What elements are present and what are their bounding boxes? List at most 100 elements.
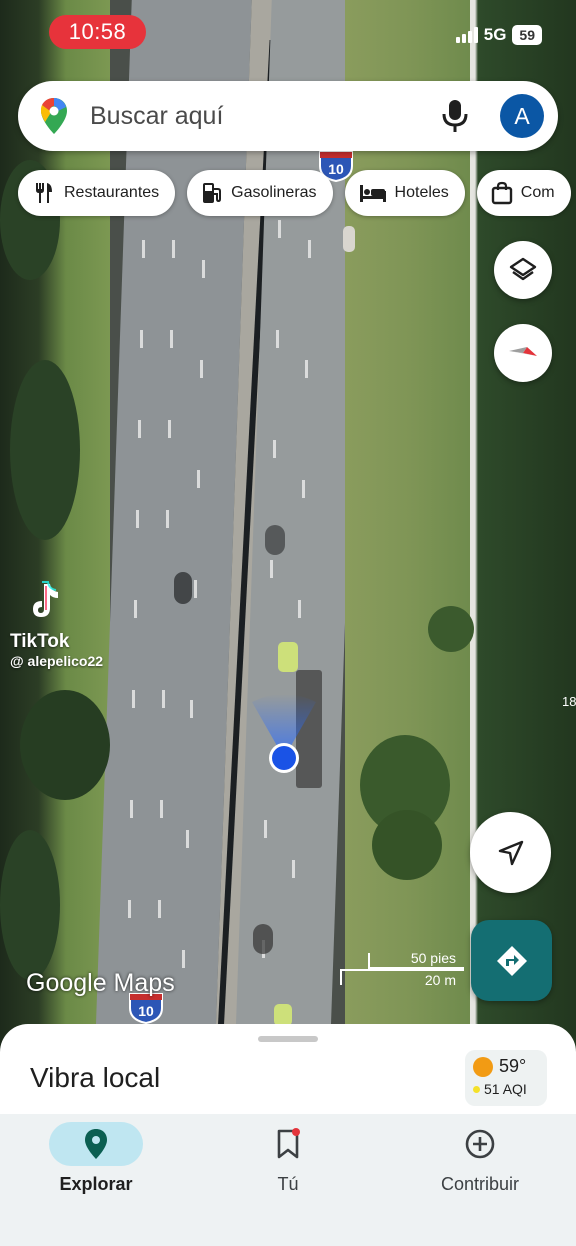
nav-contribute[interactable]: Contribuir <box>384 1114 576 1246</box>
lane-marking <box>270 560 273 578</box>
scale-feet: 50 pies <box>410 950 456 966</box>
lane-marking <box>170 330 173 348</box>
nav-label: Explorar <box>59 1174 133 1194</box>
nav-explore[interactable]: Explorar <box>0 1114 192 1246</box>
lane-marking <box>172 240 175 258</box>
search-input[interactable]: Buscar aquí <box>90 102 440 131</box>
status-time: 10:58 <box>49 15 146 49</box>
google-maps-logo: Google Maps <box>26 969 175 997</box>
lane-marking <box>202 260 205 278</box>
map-tree <box>372 810 442 880</box>
lane-marking <box>186 830 189 848</box>
add-circle-icon <box>465 1129 495 1159</box>
scale-meters: 20 m <box>424 972 456 988</box>
directions-button[interactable] <box>471 920 552 1001</box>
lane-marking <box>308 240 311 258</box>
lane-marking <box>140 330 143 348</box>
nav-you[interactable]: Tú <box>192 1114 384 1246</box>
microphone-icon[interactable] <box>440 98 470 134</box>
pin-icon <box>85 1129 107 1159</box>
google-maps-pin-icon <box>41 98 67 134</box>
lane-marking <box>305 360 308 378</box>
status-icons: 5G 59 <box>455 25 542 45</box>
lane-marking <box>160 800 163 818</box>
layers-button[interactable] <box>494 241 552 299</box>
search-bar[interactable]: Buscar aquí A <box>18 81 558 151</box>
lane-marking <box>292 860 295 878</box>
lane-marking <box>278 220 281 238</box>
lane-marking <box>168 420 171 438</box>
sheet-drag-handle[interactable] <box>258 1036 318 1042</box>
map-car <box>274 1004 292 1026</box>
lane-marking <box>128 900 131 918</box>
lane-marking <box>136 510 139 528</box>
lane-marking <box>130 800 133 818</box>
map-car-shadow <box>174 572 192 604</box>
map-edge-number: 18 <box>562 694 576 709</box>
category-chips: Restaurantes Gasolineras Hoteles Com <box>18 170 576 216</box>
chip-hotels[interactable]: Hoteles <box>344 170 465 216</box>
lane-marking <box>158 900 161 918</box>
compass-button[interactable] <box>494 324 552 382</box>
lane-marking <box>276 330 279 348</box>
sun-icon <box>473 1056 493 1077</box>
chip-restaurants[interactable]: Restaurantes <box>18 170 176 216</box>
my-location-button[interactable] <box>470 812 551 893</box>
map-tree <box>0 830 60 980</box>
chip-label: Restaurantes <box>64 184 160 201</box>
compass-icon <box>509 347 537 356</box>
lane-marking <box>190 700 193 718</box>
map-scale: 50 pies 20 m <box>338 950 464 990</box>
aqi-value: 51 AQI <box>484 1081 527 1097</box>
bottom-sheet[interactable]: Vibra local 59° 51 AQI <box>0 1024 576 1124</box>
lane-marking <box>194 580 197 598</box>
tiktok-handle: @ alepelico22 <box>10 653 104 669</box>
battery-icon: 59 <box>512 25 542 45</box>
directions-icon <box>496 945 527 976</box>
lane-marking <box>132 690 135 708</box>
tiktok-brand: TikTok <box>10 631 70 652</box>
nav-label: Tú <box>277 1174 299 1194</box>
lane-marking <box>302 480 305 498</box>
tiktok-watermark: TikTok @ alepelico22 <box>10 580 103 669</box>
aqi-dot-icon <box>473 1085 480 1093</box>
bottom-nav: Explorar Tú Contribuir <box>0 1114 576 1246</box>
lane-marking <box>182 950 185 968</box>
chip-label: Com <box>520 184 555 201</box>
map-tree <box>10 360 80 540</box>
map-car-shadow <box>253 924 273 954</box>
lane-marking <box>200 360 203 378</box>
chip-label: Hoteles <box>394 184 449 201</box>
lane-marking <box>264 820 267 838</box>
shopping-bag-icon <box>491 181 512 205</box>
lane-marking <box>162 690 165 708</box>
tiktok-logo-icon <box>33 581 58 617</box>
lane-marking <box>138 420 141 438</box>
map-car <box>278 642 298 672</box>
map-tree <box>20 690 110 800</box>
lane-marking <box>134 600 137 618</box>
lane-marking <box>298 600 301 618</box>
avatar[interactable]: A <box>500 94 544 138</box>
navigation-arrow-icon <box>498 840 523 865</box>
chip-shopping[interactable]: Com <box>476 170 571 216</box>
fork-knife-icon <box>36 183 52 203</box>
nav-label: Contribuir <box>440 1174 520 1194</box>
lane-marking <box>197 470 200 488</box>
map-car-shadow <box>265 525 285 555</box>
chip-gas-stations[interactable]: Gasolineras <box>187 170 333 216</box>
chip-label: Gasolineras <box>231 184 317 201</box>
gas-pump-icon <box>203 183 222 203</box>
temperature: 59° <box>499 1056 527 1076</box>
layers-icon <box>509 257 537 281</box>
svg-text:10: 10 <box>138 1003 154 1019</box>
weather-card[interactable]: 59° 51 AQI <box>465 1050 547 1106</box>
map-tree <box>428 606 474 652</box>
lane-marking <box>166 510 169 528</box>
signal-icon <box>455 27 478 43</box>
bed-icon <box>359 185 386 202</box>
network-label: 5G <box>483 25 507 44</box>
map-car <box>343 226 355 252</box>
current-location-icon <box>252 694 316 773</box>
sheet-title: Vibra local <box>30 1062 161 1093</box>
